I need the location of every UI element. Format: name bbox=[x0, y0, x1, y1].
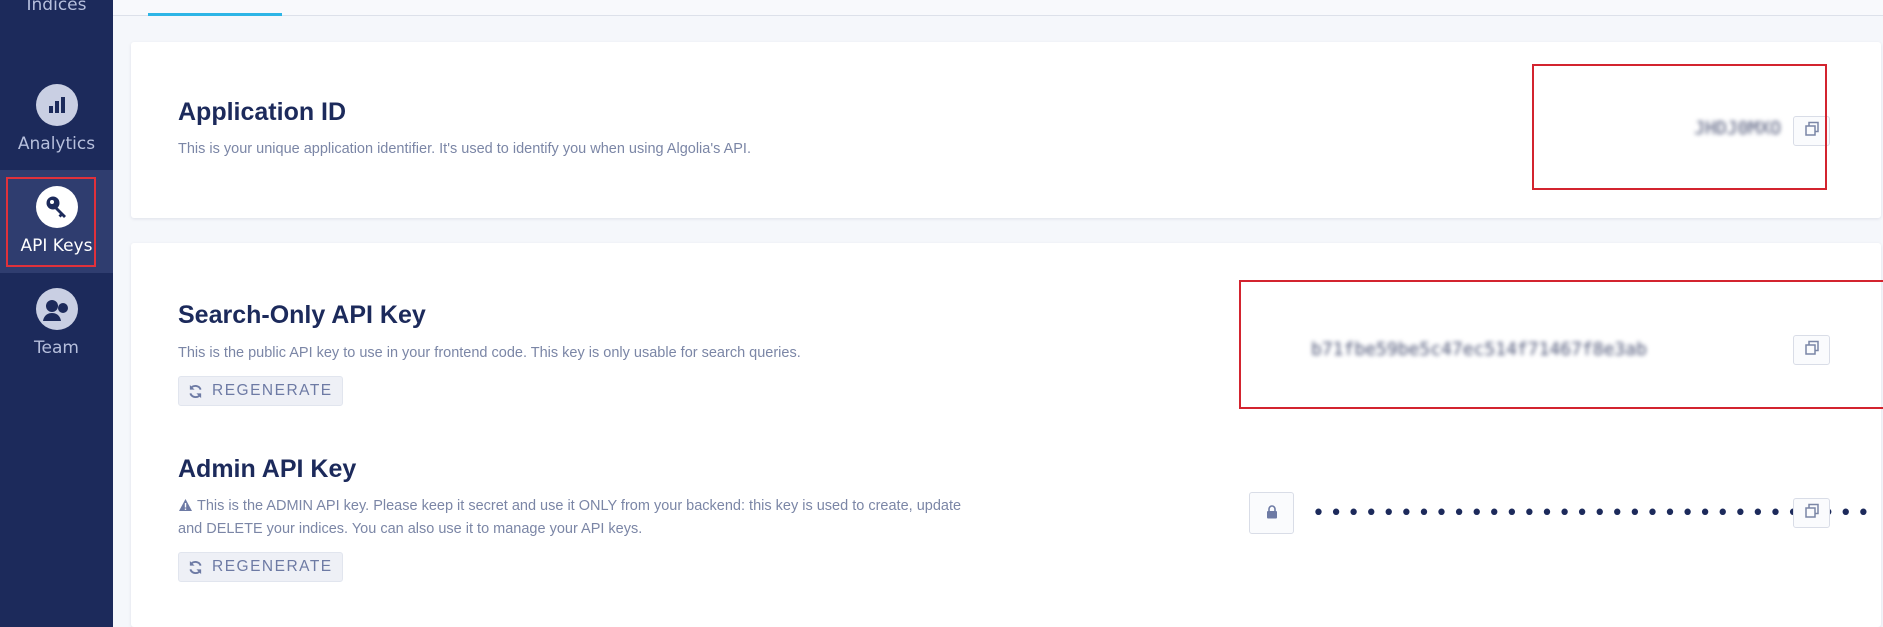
sidebar-item-indices[interactable]: Indices bbox=[0, 0, 113, 47]
regenerate-label: REGENERATE bbox=[212, 382, 333, 399]
search-key-highlight-box bbox=[1239, 280, 1883, 409]
refresh-icon bbox=[188, 384, 203, 399]
admin-key-description-line2: and DELETE your indices. You can also us… bbox=[178, 521, 643, 537]
regenerate-label: REGENERATE bbox=[212, 558, 333, 575]
admin-key-title: Admin API Key bbox=[178, 455, 357, 483]
active-tab-indicator bbox=[148, 13, 282, 16]
api-keys-card: Search-Only API Key This is the public A… bbox=[131, 243, 1883, 627]
regenerate-admin-key-button[interactable]: REGENERATE bbox=[178, 552, 343, 582]
sidebar-item-label: Team bbox=[34, 338, 79, 358]
bar-chart-icon bbox=[35, 84, 78, 126]
copy-icon bbox=[1804, 503, 1820, 523]
tab-bar bbox=[113, 0, 1883, 16]
sidebar-item-team[interactable]: Team bbox=[0, 288, 113, 390]
reveal-admin-key-button[interactable] bbox=[1249, 492, 1294, 534]
admin-key-masked-value: •••••••••••••••••••••••••••••••• bbox=[1312, 501, 1875, 526]
admin-key-description-line1: This is the ADMIN API key. Please keep i… bbox=[197, 498, 962, 514]
refresh-icon bbox=[188, 560, 203, 575]
application-id-description: This is your unique application identifi… bbox=[178, 141, 751, 157]
sidebar-item-label: Analytics bbox=[17, 134, 96, 154]
sidebar: Indices Analytics API Keys Team bbox=[0, 0, 113, 627]
search-key-description: This is the public API key to use in you… bbox=[178, 345, 801, 361]
application-id-title: Application ID bbox=[178, 98, 347, 126]
copy-admin-key-button[interactable] bbox=[1793, 498, 1830, 528]
admin-key-description: This is the ADMIN API key. Please keep i… bbox=[178, 496, 978, 540]
team-icon bbox=[35, 288, 78, 330]
warning-icon bbox=[178, 498, 193, 519]
regenerate-search-key-button[interactable]: REGENERATE bbox=[178, 376, 343, 406]
search-key-title: Search-Only API Key bbox=[178, 301, 426, 329]
application-id-highlight-box bbox=[1532, 64, 1827, 190]
application-id-card: Application ID This is your unique appli… bbox=[131, 42, 1881, 218]
lock-icon bbox=[1266, 504, 1278, 523]
api-keys-highlight-box bbox=[6, 177, 96, 267]
sidebar-item-label: Indices bbox=[26, 0, 87, 15]
